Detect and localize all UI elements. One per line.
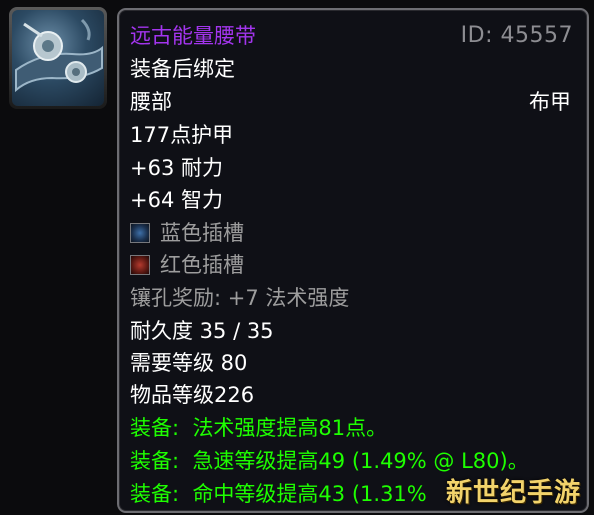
stat-stamina: +63 耐力	[130, 156, 223, 180]
site-watermark: 新世纪手游	[445, 478, 581, 508]
equip-text: 命中等级提高43 (1.31%	[192, 482, 427, 506]
equip-text: 急速等级提高49 (1.49% @ L80)。	[192, 449, 529, 473]
binding-text: 装备后绑定	[130, 57, 235, 81]
item-icon-frame[interactable]	[9, 7, 107, 109]
stat-intellect: +64 智力	[130, 188, 223, 212]
armor-text: 177点护甲	[130, 123, 234, 147]
slot-text: 腰部	[130, 90, 172, 114]
blue-socket-icon	[130, 223, 150, 243]
item-level-text: 物品等级226	[130, 383, 255, 407]
armor-type-text: 布甲	[529, 90, 571, 114]
belt-icon	[12, 10, 104, 106]
socket-red-row: 红色插槽	[130, 249, 575, 281]
socket-label: 蓝色插槽	[160, 221, 244, 245]
slot-row: 腰部 布甲	[130, 86, 575, 118]
item-name[interactable]: 远古能量腰带	[130, 24, 256, 48]
equip-prefix: 装备:	[130, 416, 180, 440]
equip-effect-spellpower: 装备: 法术强度提高81点。	[130, 412, 575, 444]
equip-prefix: 装备:	[130, 449, 180, 473]
equip-text: 法术强度提高81点。	[192, 416, 388, 440]
required-level-text: 需要等级 80	[130, 351, 248, 375]
durability-text: 耐久度 35 / 35	[130, 319, 274, 343]
item-id: ID: 45557	[460, 23, 573, 48]
socket-blue-row: 蓝色插槽	[130, 217, 575, 249]
socket-label: 红色插槽	[160, 253, 244, 277]
item-tooltip: 远古能量腰带 ID: 45557 装备后绑定 腰部 布甲 177点护甲 +63 …	[117, 8, 589, 513]
red-socket-icon	[130, 255, 150, 275]
tooltip-header: 远古能量腰带 ID: 45557	[130, 20, 575, 52]
equip-prefix: 装备:	[130, 482, 180, 506]
socket-bonus-text: 镶孔奖励: +7 法术强度	[130, 286, 350, 310]
